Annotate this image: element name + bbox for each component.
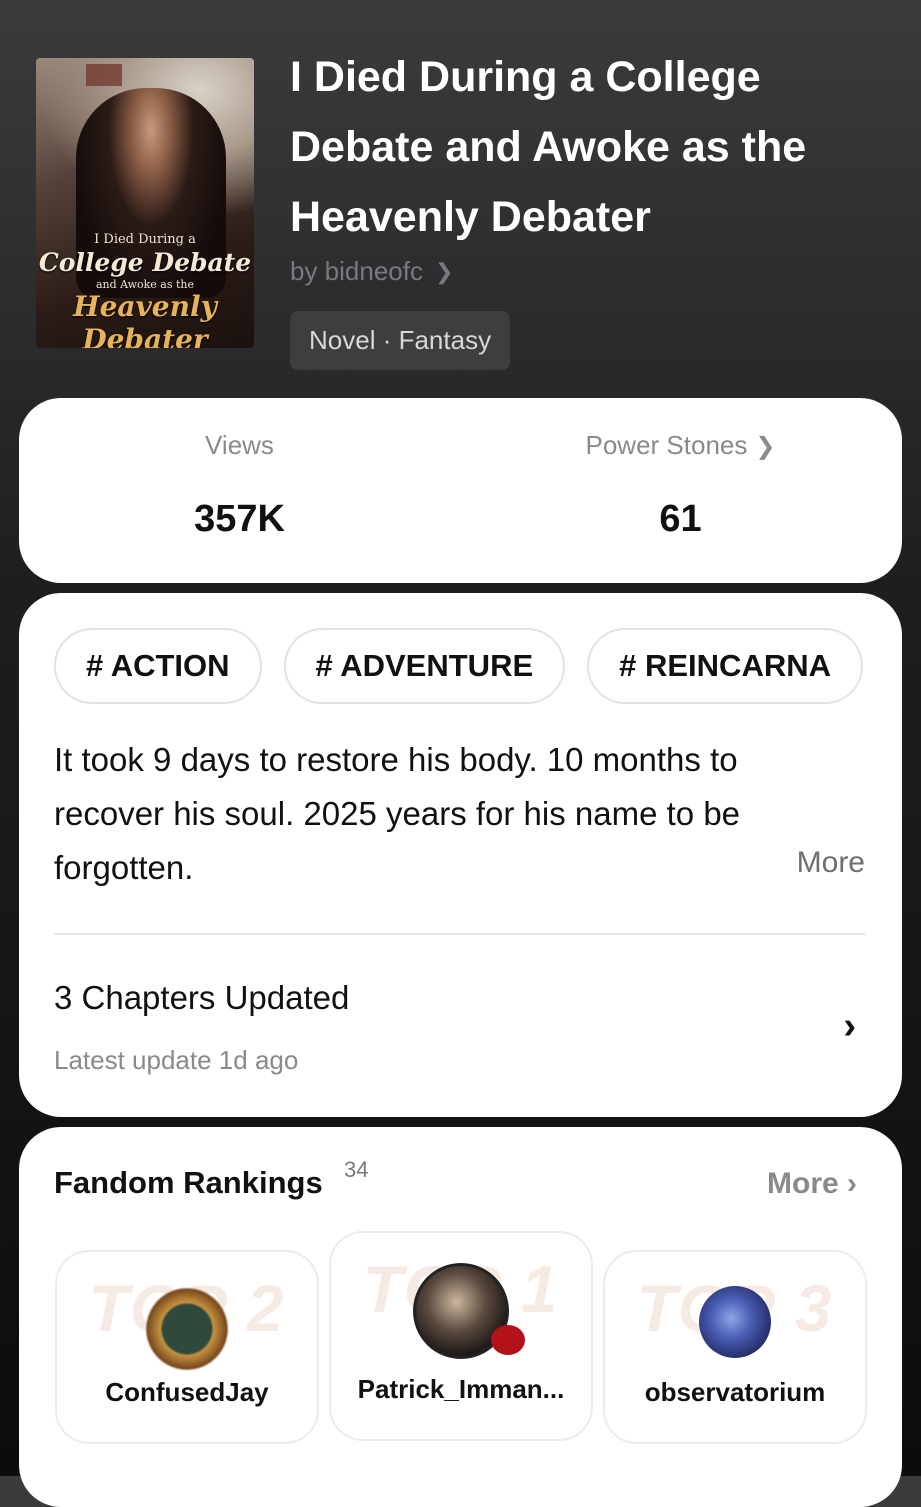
cover-title-line-2: College Debate <box>38 248 252 277</box>
ranking-username: ConfusedJay <box>105 1377 269 1407</box>
latest-update-text: Latest update 1d ago <box>54 1045 299 1075</box>
stats-card: Views 357K Power Stones ❯ 61 <box>19 398 902 583</box>
rose-decoration <box>491 1325 525 1355</box>
tag-action[interactable]: # ACTION <box>54 628 262 704</box>
avatar <box>142 1284 232 1374</box>
chevron-right-icon: ❯ <box>755 433 776 460</box>
tag-adventure[interactable]: # ADVENTURE <box>283 628 566 704</box>
chevron-right-icon: › <box>843 1005 856 1047</box>
author-link[interactable]: by bidneofc ❯ <box>290 256 453 287</box>
book-cover[interactable]: I Died During a College Debate and Awoke… <box>36 58 254 348</box>
cover-title-line-1: I Died During a <box>94 232 196 247</box>
ranking-top-2[interactable]: TOP 2 ConfusedJay <box>55 1250 319 1444</box>
info-card: # ACTION # ADVENTURE # REINCARNA It took 9… <box>19 593 902 1117</box>
author-name: by bidneofc <box>290 256 423 286</box>
cover-title-line-4: Heavenly Debater <box>73 290 217 348</box>
genre-badge: Novel · Fantasy <box>290 311 511 370</box>
fandom-count: 34 <box>344 1157 369 1182</box>
tag-list[interactable]: # ACTION # ADVENTURE # REINCARNA <box>54 628 866 710</box>
fandom-rankings-card: Fandom Rankings 34 More › TOP 2 Confused… <box>19 1127 902 1507</box>
fandom-more-link[interactable]: More › <box>767 1167 857 1201</box>
tag-reincarnation[interactable]: # REINCARNA <box>587 628 863 704</box>
ranking-username: observatorium <box>644 1377 826 1407</box>
power-stones-label-row[interactable]: Power Stones ❯ <box>460 430 901 461</box>
book-title: I Died During a College Debate and Awoke… <box>290 53 807 241</box>
chapters-updated-title: 3 Chapters Updated <box>54 979 350 1016</box>
synopsis-more-link[interactable]: More <box>797 846 865 880</box>
ranking-top-3[interactable]: TOP 3 observatorium <box>603 1250 867 1444</box>
fandom-rankings-title: Fandom Rankings <box>54 1165 323 1200</box>
divider <box>54 933 865 935</box>
ranking-username: Patrick_Imman... <box>357 1374 565 1404</box>
views-label: Views <box>205 430 274 460</box>
power-stones-label: Power Stones <box>585 430 748 460</box>
synopsis-text: It took 9 days to restore his body. 10 m… <box>54 741 741 886</box>
avatar <box>699 1286 771 1358</box>
chevron-right-icon: ❯ <box>434 258 454 284</box>
power-stones-value: 61 <box>659 498 702 540</box>
ranking-top-1[interactable]: TOP 1 Patrick_Imman... <box>329 1231 593 1441</box>
views-value: 357K <box>194 498 285 540</box>
cover-seal <box>86 64 122 86</box>
